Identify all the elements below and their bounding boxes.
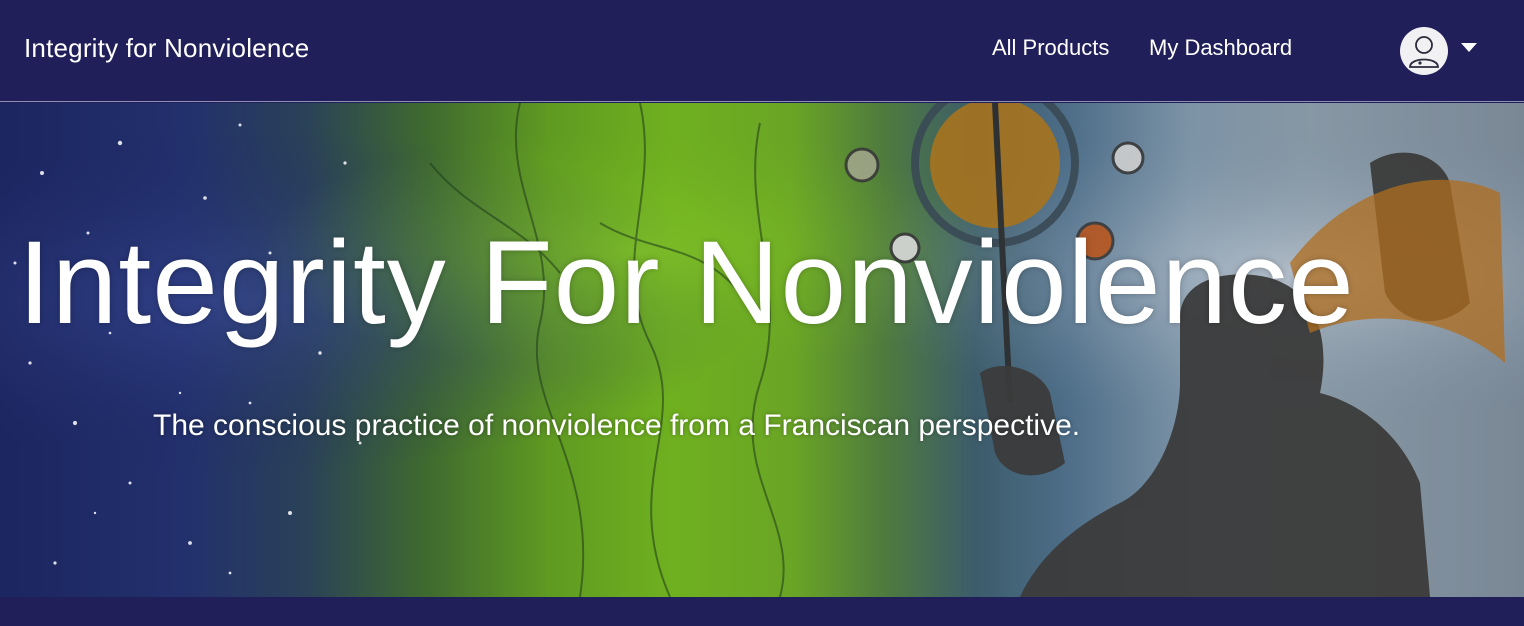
footer-band [0, 597, 1524, 626]
site-brand-link[interactable]: Integrity for Nonviolence [24, 33, 309, 64]
nav-link-all-products[interactable]: All Products [992, 35, 1109, 61]
hero-title: Integrity For Nonviolence [18, 217, 1355, 349]
hero-banner: Integrity For Nonviolence The conscious … [0, 103, 1524, 597]
caret-down-icon[interactable] [1461, 43, 1477, 52]
user-avatar-graphic [1409, 36, 1439, 68]
top-navbar: Integrity for Nonviolence All Products M… [0, 0, 1524, 102]
hero-subtitle: The conscious practice of nonviolence fr… [153, 409, 1081, 442]
nav-link-my-dashboard[interactable]: My Dashboard [1149, 35, 1292, 61]
user-avatar-icon[interactable] [1400, 27, 1448, 75]
